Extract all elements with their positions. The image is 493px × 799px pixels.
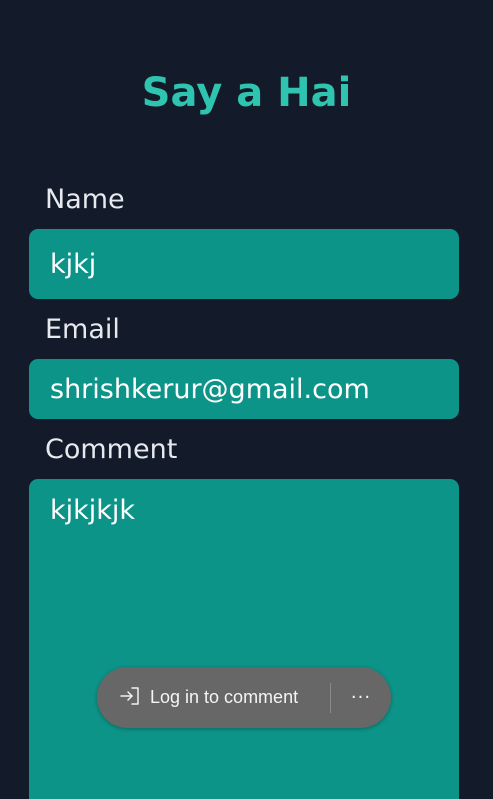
page-title: Say a Hai: [141, 70, 352, 116]
email-field[interactable]: shrishkerur@gmail.com: [29, 359, 459, 419]
comment-login-toolbar: Log in to comment ···: [97, 667, 391, 728]
login-to-comment-button[interactable]: Log in to comment: [97, 667, 330, 728]
more-horizontal-icon: ···: [350, 687, 372, 708]
comment-label: Comment: [45, 434, 178, 465]
name-field[interactable]: kjkj: [29, 229, 459, 299]
more-options-button[interactable]: ···: [331, 667, 391, 728]
sign-in-icon: [119, 685, 150, 711]
email-label: Email: [45, 314, 120, 345]
login-to-comment-label: Log in to comment: [150, 687, 299, 707]
name-label: Name: [45, 184, 125, 215]
comment-textarea[interactable]: kjkjkjk: [29, 479, 459, 799]
